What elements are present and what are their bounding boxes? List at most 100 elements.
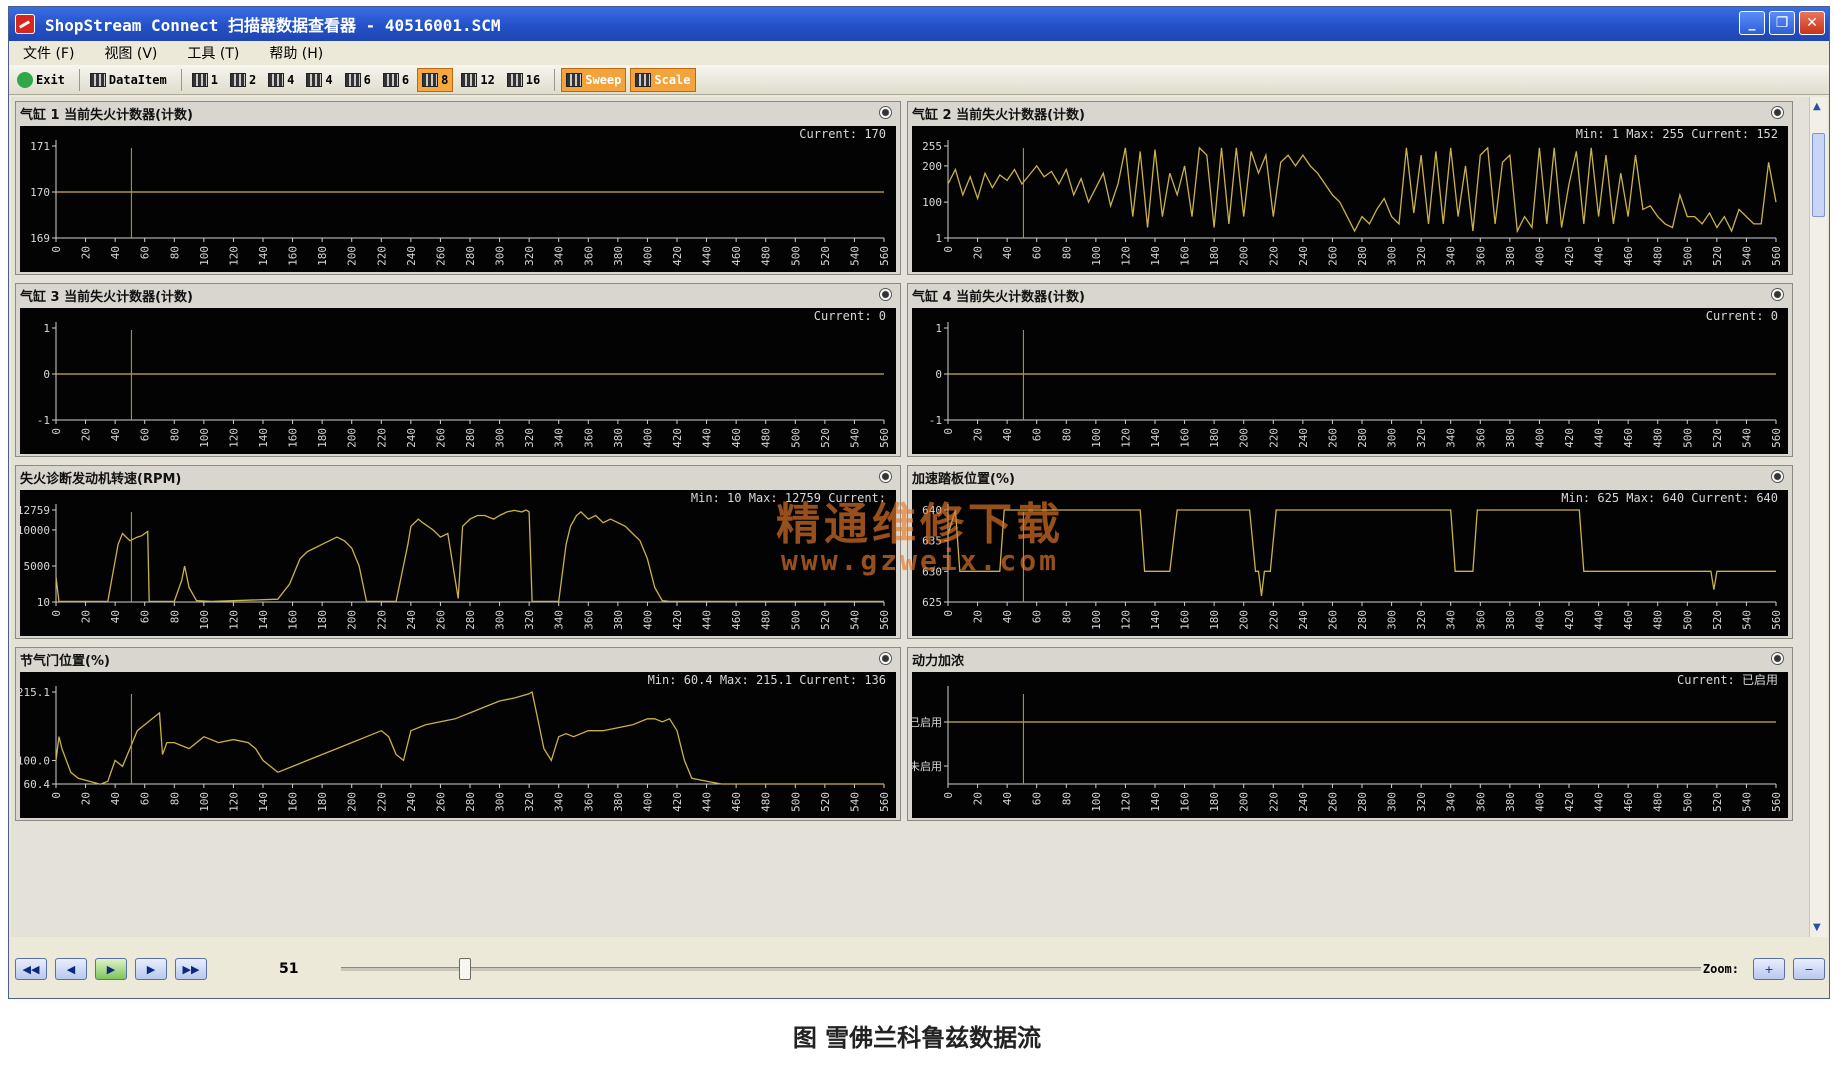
zoom-out-button[interactable]: − — [1793, 958, 1825, 980]
layout-button-4[interactable]: 4 — [264, 68, 298, 92]
layout-button-12[interactable]: 12 — [457, 68, 498, 92]
x-tick-label: 320 — [523, 246, 536, 266]
layout-button-6[interactable]: 6 — [379, 68, 413, 92]
x-tick-label: 220 — [375, 792, 388, 812]
x-tick-label: 180 — [1208, 792, 1221, 812]
vertical-scrollbar[interactable]: ▲ ▼ — [1809, 97, 1827, 937]
axis-line — [55, 686, 884, 785]
scroll-down-icon[interactable]: ▼ — [1813, 922, 1821, 933]
layout-button-16[interactable]: 16 — [503, 68, 544, 92]
menu-tools[interactable]: 工具 (T) — [187, 43, 239, 63]
window-title: ShopStream Connect 扫描器数据查看器 - 40516001.S… — [45, 16, 501, 35]
dataitem-button[interactable]: DataItem — [86, 68, 171, 92]
x-tick-label: 560 — [1770, 246, 1783, 266]
playback-slider[interactable] — [341, 958, 1701, 980]
chart-panel[interactable]: 动力加浓 Current: 已启用 已启用 未启用 0 20 40 60 80 100 120 140… — [907, 647, 1793, 821]
chart-title: 失火诊断发动机转速(RPM) — [20, 472, 182, 487]
x-tick-label: 120 — [227, 792, 240, 812]
menu-file[interactable]: 文件 (F) — [23, 43, 74, 63]
y-tick-label: 0 — [935, 368, 942, 381]
chart-svg: Current: 010-10 20 40 60 80 100 120 140 160 180 20… — [37, 309, 891, 448]
exit-button[interactable]: Exit — [13, 68, 69, 92]
panel-select-radio[interactable] — [1771, 470, 1784, 483]
panel-select-radio[interactable] — [879, 652, 892, 665]
sweep-button[interactable]: Sweep — [561, 67, 627, 92]
chart-title: 气缸 3 当前失火计数器(计数) — [20, 290, 193, 305]
x-tick-label: 320 — [1415, 792, 1428, 812]
x-tick-label: 300 — [1386, 428, 1399, 448]
menu-help[interactable]: 帮助 (H) — [269, 43, 323, 63]
step-forward-button[interactable]: ▶ — [135, 958, 167, 980]
x-tick-label: 100 — [198, 610, 211, 630]
chart-svg: Min: 10 Max: 12759 Current: 12759 10000 500… — [20, 491, 891, 630]
y-tick-label: 10000 — [20, 524, 50, 537]
scroll-thumb[interactable] — [1812, 133, 1825, 217]
close-icon[interactable]: ✕ — [1799, 11, 1825, 35]
y-tick-label: 170 — [30, 186, 50, 199]
layout-button-2[interactable]: 2 — [226, 68, 260, 92]
zoom-in-button[interactable]: + — [1753, 958, 1785, 980]
x-tick-label: 40 — [1001, 610, 1014, 623]
panel-select-radio[interactable] — [879, 288, 892, 301]
playback-slider-thumb[interactable] — [458, 958, 471, 980]
panel-select-radio[interactable] — [879, 470, 892, 483]
x-tick-label: 420 — [1563, 792, 1576, 812]
menu-view[interactable]: 视图 (V) — [104, 43, 157, 63]
x-tick-label: 0 — [942, 792, 955, 799]
panel-select-radio[interactable] — [1771, 288, 1784, 301]
panel-select-radio[interactable] — [879, 106, 892, 119]
restore-icon[interactable]: ❐ — [1769, 11, 1795, 35]
chart-svg: Min: 60.4 Max: 215.1 Current: 136 215.1 10… — [20, 673, 891, 812]
skip-to-start-button[interactable]: ◀◀ — [15, 958, 47, 980]
panel-select-radio[interactable] — [1771, 652, 1784, 665]
panel-select-radio[interactable] — [1771, 106, 1784, 119]
x-tick-label: 140 — [257, 246, 270, 266]
x-tick-label: 200 — [346, 246, 359, 266]
exit-icon — [17, 71, 33, 88]
skip-to-end-button[interactable]: ▶▶ — [175, 958, 207, 980]
chart-title: 气缸 4 当前失火计数器(计数) — [912, 290, 1085, 305]
x-tick-label: 560 — [1770, 428, 1783, 448]
x-tick-label: 400 — [641, 610, 654, 630]
x-tick-label: 460 — [730, 610, 743, 630]
layout-button-label: 16 — [525, 72, 541, 87]
chart-panel[interactable]: 气缸 4 当前失火计数器(计数) Current: 0 1 0 -1 0 20 40 60 80 1… — [907, 283, 1793, 457]
axis-line — [55, 140, 884, 239]
y-tick-label: 12759 — [20, 504, 50, 517]
layout-button-label: 6 — [401, 72, 410, 87]
x-tick-label: 60 — [1031, 246, 1044, 259]
x-tick-label: 340 — [1445, 792, 1458, 812]
x-tick-label: 220 — [375, 246, 388, 266]
x-tick-label: 200 — [346, 428, 359, 448]
x-tick-label: 160 — [287, 428, 300, 448]
y-tick-label: 60.4 — [24, 778, 51, 791]
step-back-button[interactable]: ◀ — [55, 958, 87, 980]
x-tick-label: 260 — [1326, 610, 1339, 630]
layout-grid-icon — [422, 72, 439, 87]
layout-button-6[interactable]: 6 — [341, 68, 375, 92]
scroll-up-icon[interactable]: ▲ — [1813, 101, 1821, 112]
x-tick-label: 0 — [942, 610, 955, 617]
play-button[interactable]: ▶ — [95, 958, 127, 980]
x-tick-label: 0 — [942, 246, 955, 253]
chart-panel[interactable]: 加速踏板位置(%) Min: 625 Max: 640 Current: 640 6… — [907, 465, 1793, 639]
chart-panel[interactable]: 失火诊断发动机转速(RPM) Min: 10 Max: 12759 Current… — [15, 465, 901, 639]
minimize-icon[interactable]: _ — [1739, 11, 1765, 35]
plot-area: Min: 60.4 Max: 215.1 Current: 136 215.1 10… — [20, 672, 896, 818]
axis-line — [947, 686, 1776, 785]
layout-button-1[interactable]: 1 — [188, 68, 222, 92]
chart-panel[interactable]: 气缸 2 当前失火计数器(计数) Min: 1 Max: 255 Current:… — [907, 101, 1793, 275]
layout-button-8[interactable]: 8 — [417, 67, 454, 92]
scale-button[interactable]: Scale — [630, 67, 696, 92]
x-tick-label: 520 — [1711, 428, 1724, 448]
x-tick-label: 380 — [1504, 428, 1517, 448]
x-tick-label: 240 — [405, 428, 418, 448]
chart-panel[interactable]: 气缸 1 当前失火计数器(计数) Current: 170 171 170 169 0 20… — [15, 101, 901, 275]
chart-panel[interactable]: 节气门位置(%) Min: 60.4 Max: 215.1 Current: 13… — [15, 647, 901, 821]
x-tick-label: 200 — [1238, 428, 1251, 448]
layout-button-4[interactable]: 4 — [302, 68, 336, 92]
title-bar[interactable]: ShopStream Connect 扫描器数据查看器 - 40516001.S… — [9, 7, 1829, 41]
chart-panel[interactable]: 气缸 3 当前失火计数器(计数) Current: 0 1 0 -1 0 20 40 60 80 1… — [15, 283, 901, 457]
x-tick-label: 180 — [316, 246, 329, 266]
x-tick-label: 440 — [701, 246, 714, 266]
